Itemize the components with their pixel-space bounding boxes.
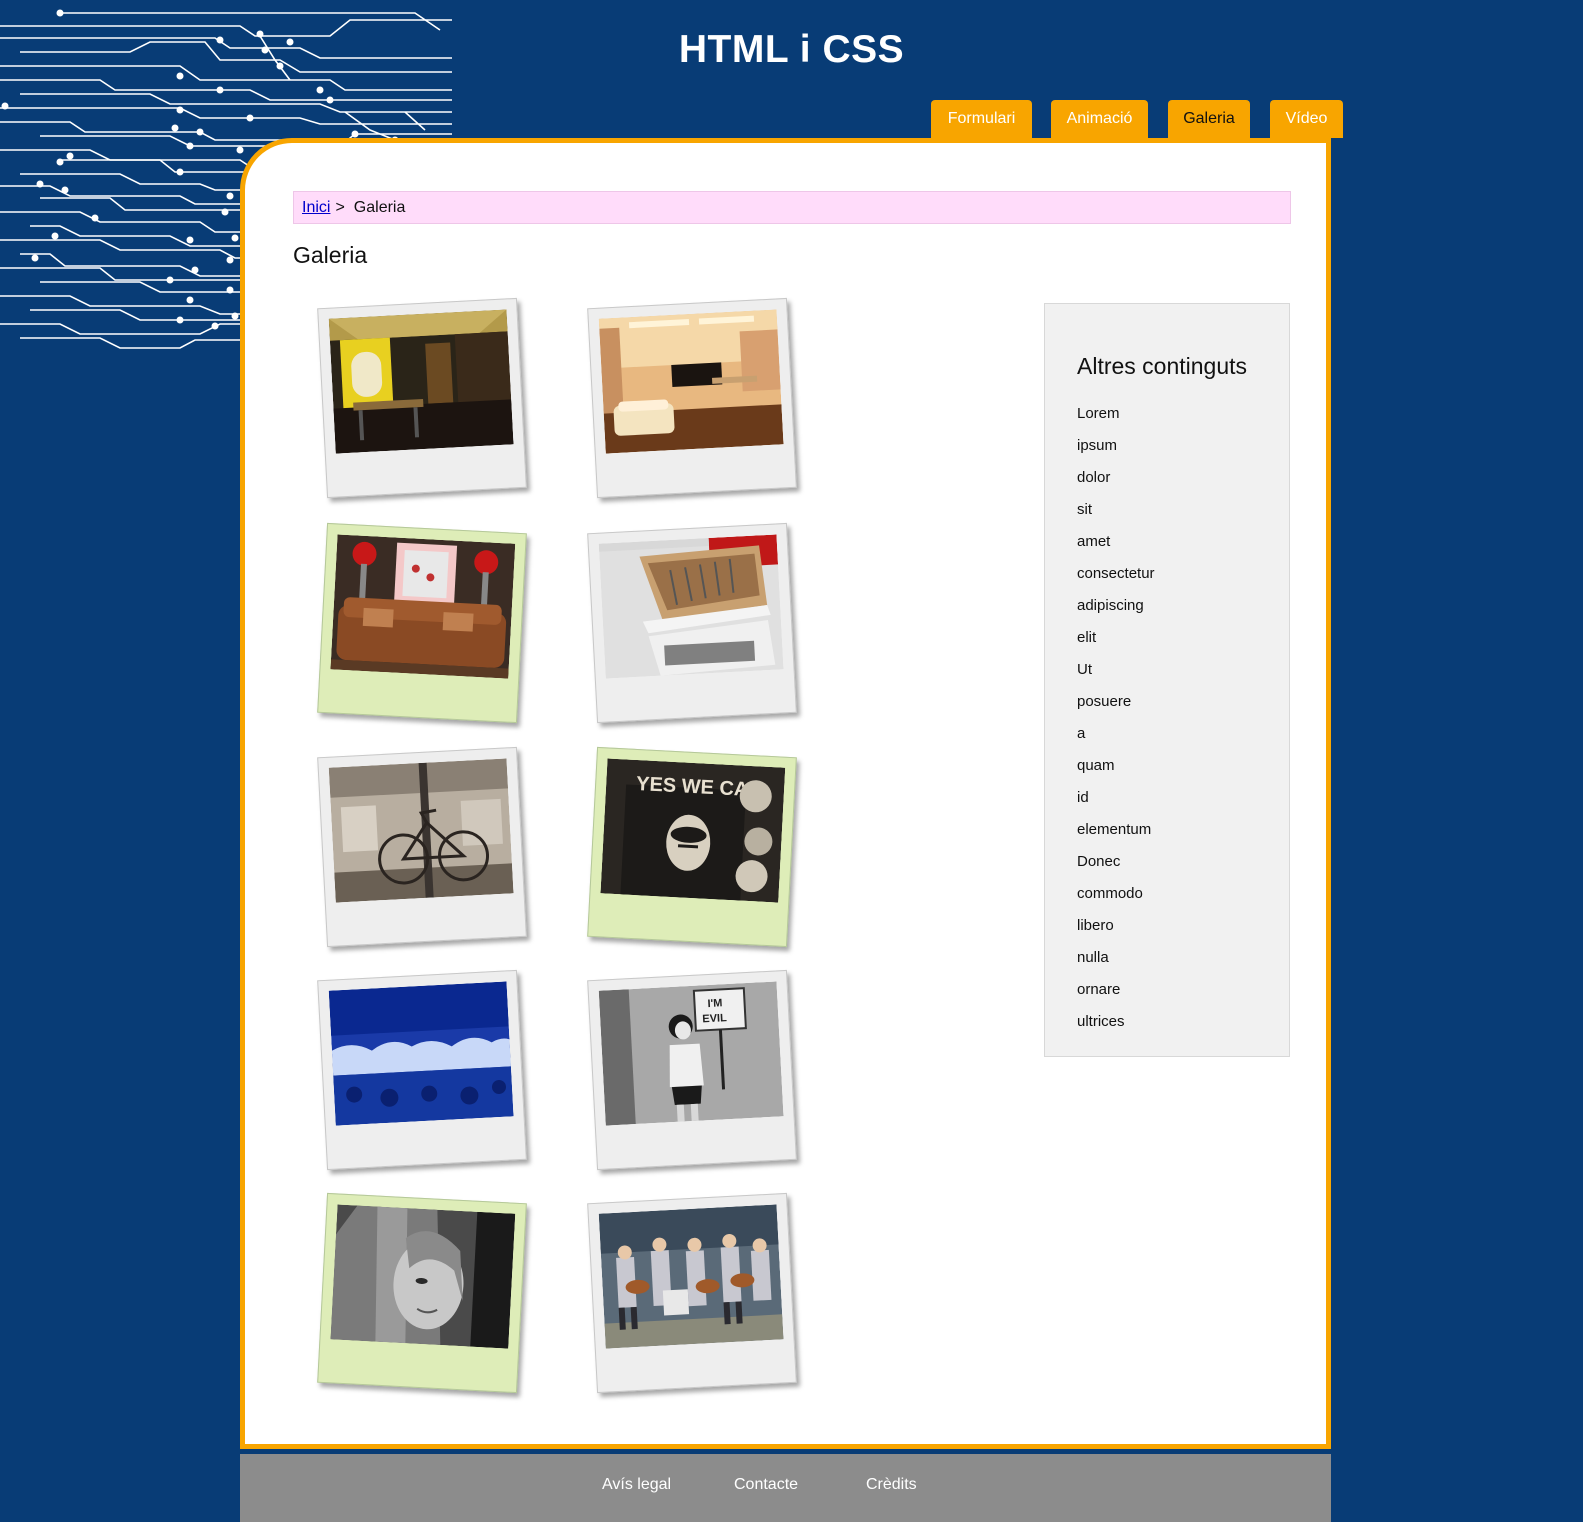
footer-link-credits[interactable]: Crèdits xyxy=(866,1476,917,1494)
site-title: HTML i CSS xyxy=(678,28,905,71)
sidebar-other-content: Altres continguts Lorem ipsum dolor sit … xyxy=(1044,303,1290,1057)
breadcrumb-home-link[interactable]: Inici xyxy=(302,199,330,216)
sidebar-item: dolor xyxy=(1077,469,1111,486)
bicycle-sepia-photo xyxy=(328,758,514,903)
svg-text:EVIL: EVIL xyxy=(702,1012,727,1025)
kitchen-drawer-photo xyxy=(598,534,784,679)
sidebar-item: sit xyxy=(1077,501,1092,518)
sidebar-item: adipiscing xyxy=(1077,597,1144,614)
gallery-photo-frame[interactable] xyxy=(317,297,527,499)
sidebar-item: libero xyxy=(1077,917,1114,934)
breadcrumb-current: Galeria xyxy=(353,199,406,216)
sidebar-item: id xyxy=(1077,789,1089,806)
restaurant-interior-photo xyxy=(328,309,514,454)
sidebar-item: commodo xyxy=(1077,885,1143,902)
sidebar-item: Ut xyxy=(1077,661,1092,678)
sidebar-item: quam xyxy=(1077,757,1115,774)
sidebar-item: elit xyxy=(1077,629,1097,646)
band-vintage-photo xyxy=(598,1204,784,1349)
sidebar-item: ornare xyxy=(1077,981,1121,998)
sidebar-item: ipsum xyxy=(1077,437,1118,454)
sidebar-item: elementum xyxy=(1077,821,1152,838)
gallery-photo-frame[interactable] xyxy=(317,522,527,724)
sidebar-item: nulla xyxy=(1077,949,1109,966)
footer-link-avis-legal[interactable]: Avís legal xyxy=(602,1476,671,1494)
nav-tab-video[interactable]: Vídeo xyxy=(1270,100,1343,138)
gallery-photo-frame[interactable] xyxy=(317,969,527,1171)
footer-link-contacte[interactable]: Contacte xyxy=(734,1476,798,1494)
sidebar-item: ultrices xyxy=(1077,1013,1125,1030)
sidebar-item: a xyxy=(1077,725,1086,742)
sidebar-item: Lorem xyxy=(1077,405,1120,422)
blue-forest-photo xyxy=(328,981,514,1126)
nav-tab-animacio[interactable]: Animació xyxy=(1051,100,1148,138)
gallery-photo-frame[interactable] xyxy=(317,1192,527,1394)
sidebar-title: Altres continguts xyxy=(1077,353,1248,379)
gallery-photo-frame[interactable]: I'M EVIL xyxy=(587,969,797,1171)
im-evil-sign-photo: I'M EVIL xyxy=(598,981,784,1126)
sidebar-item: Donec xyxy=(1077,853,1121,870)
sidebar-list: Lorem ipsum dolor sit amet consectetur a… xyxy=(1077,404,1155,1044)
nav-tab-galeria[interactable]: Galeria xyxy=(1168,100,1250,138)
page-title: Galeria xyxy=(293,242,368,268)
gallery-photo-frame[interactable]: YES WE CAN xyxy=(587,746,797,948)
yes-we-can-poster-photo: YES WE CAN xyxy=(600,758,786,903)
gallery-photo-frame[interactable] xyxy=(587,297,797,499)
gallery-photo-frame[interactable] xyxy=(587,1192,797,1394)
sidebar-item: amet xyxy=(1077,533,1111,550)
breadcrumb: Inici > Galeria xyxy=(293,191,1291,224)
svg-text:I'M: I'M xyxy=(707,997,722,1010)
living-room-photo xyxy=(598,309,784,454)
gallery-photo-frame[interactable] xyxy=(317,746,527,948)
breadcrumb-separator: > xyxy=(335,199,345,216)
nav-tab-formulari[interactable]: Formulari xyxy=(931,100,1032,138)
gallery-photo-frame[interactable] xyxy=(587,522,797,724)
woman-face-bw-photo xyxy=(330,1204,516,1349)
sidebar-item: posuere xyxy=(1077,693,1132,710)
footer: Avís legal Contacte Crèdits xyxy=(240,1454,1331,1522)
sofa-flowers-photo xyxy=(330,534,516,679)
sidebar-item: consectetur xyxy=(1077,565,1155,582)
